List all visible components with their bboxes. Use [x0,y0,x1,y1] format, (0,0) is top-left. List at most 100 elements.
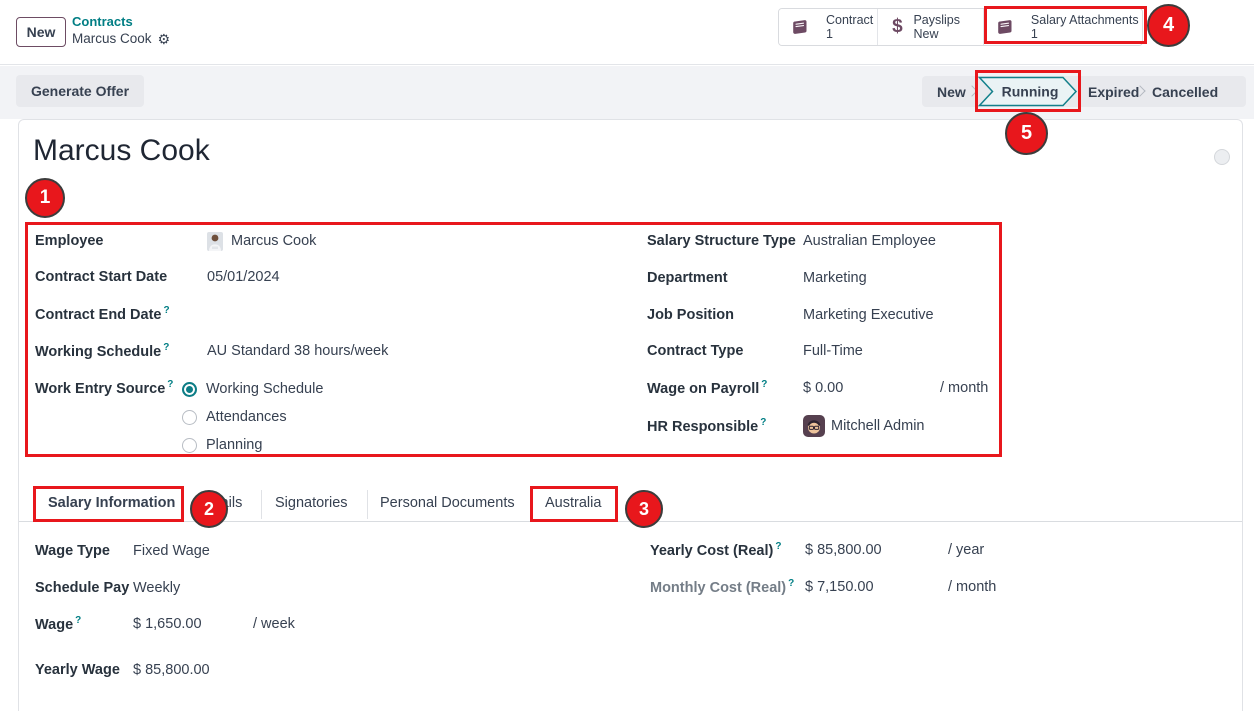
field-label: HR Responsible [647,419,758,435]
contracts-form-page: New Contracts Marcus Cook ⚙ Contract 1 $ [0,0,1254,711]
help-icon[interactable]: ? [775,541,781,552]
radio-working-schedule[interactable]: Working Schedule [182,378,323,400]
payslips-smart-button[interactable]: $ Payslips New [878,9,983,45]
field-job-position: Job Position Marketing Executive [647,304,934,326]
field-label: Yearly Cost (Real) [650,543,773,559]
field-wage: Wage? $ 1,650.00 / week [35,613,295,635]
help-icon[interactable]: ? [163,342,169,353]
field-salary-structure-type: Salary Structure Type Australian Employe… [647,230,936,252]
monthly-cost-unit: / month [948,579,996,595]
field-hr-responsible: HR Responsible? Mitchell Admin [647,415,924,437]
breadcrumb-contracts-link[interactable]: Contracts [72,14,170,30]
radio-selected-icon[interactable] [182,382,197,397]
field-label: Contract Start Date [35,269,167,285]
smart-button-label: Payslips [913,13,960,27]
help-icon[interactable]: ? [761,379,767,390]
salary-attachments-smart-button[interactable]: Salary Attachments 1 [984,9,1142,45]
tab-personal-documents[interactable]: Personal Documents [380,495,515,511]
dollar-icon: $ [890,16,904,38]
status-running-label: Running [1002,84,1059,100]
generate-offer-button[interactable]: Generate Offer [16,75,144,107]
employee-value[interactable]: Marcus Cook [231,233,316,249]
status-expired[interactable]: Expired [1088,76,1139,107]
field-label: Yearly Wage [35,662,120,678]
contract-start-date-value[interactable]: 05/01/2024 [207,269,280,285]
field-wage-on-payroll: Wage on Payroll? $ 0.00 / month [647,377,988,399]
tab-signatories[interactable]: Signatories [275,495,348,511]
book-icon [996,19,1014,35]
chevron-right-icon [966,85,977,96]
tab-separator [367,490,368,519]
department-value[interactable]: Marketing [803,270,867,286]
monthly-cost-value[interactable]: $ 7,150.00 [805,579,948,595]
book-icon [791,19,809,35]
wage-value[interactable]: $ 1,650.00 [133,616,253,632]
smart-button-value: New [913,27,960,41]
field-wage-type: Wage Type Fixed Wage [35,540,210,562]
field-monthly-cost-real: Monthly Cost (Real)? $ 7,150.00 / month [650,576,996,598]
contract-smart-button[interactable]: Contract 1 [779,9,878,45]
wage-type-value[interactable]: Fixed Wage [133,543,210,559]
gear-icon[interactable]: ⚙ [158,32,171,46]
field-contract-type: Contract Type Full-Time [647,340,863,362]
status-new[interactable]: New [937,76,966,107]
header: New Contracts Marcus Cook ⚙ Contract 1 $ [0,0,1254,65]
field-employee: Employee Marcus Cook [35,230,316,252]
field-label: Work Entry Source [35,381,165,397]
field-yearly-wage: Yearly Wage $ 85,800.00 [35,659,210,681]
tab-salary-information[interactable]: Salary Information [48,495,175,511]
yearly-wage-value[interactable]: $ 85,800.00 [133,662,210,678]
wage-unit: / week [253,616,295,632]
yearly-cost-value[interactable]: $ 85,800.00 [805,542,948,558]
status-running[interactable]: Running [978,76,1078,111]
new-button[interactable]: New [16,17,66,47]
smart-buttons: Contract 1 $ Payslips New Salary Attachm… [778,8,1143,46]
job-position-value[interactable]: Marketing Executive [803,307,934,323]
wage-on-payroll-unit: / month [940,380,988,396]
field-yearly-cost-real: Yearly Cost (Real)? $ 85,800.00 / year [650,539,984,561]
field-label: Contract Type [647,343,743,359]
field-label: Employee [35,233,104,249]
breadcrumb-current: Marcus Cook [72,30,152,48]
help-icon[interactable]: ? [760,417,766,428]
schedule-pay-value[interactable]: Weekly [133,580,180,596]
radio-label: Planning [206,437,262,453]
wage-on-payroll-value[interactable]: $ 0.00 [803,380,940,396]
yearly-cost-unit: / year [948,542,984,558]
tab-australia[interactable]: Australia [545,495,601,511]
avatar-placeholder-circle [1214,149,1230,165]
field-contract-end-date: Contract End Date? [35,303,207,325]
hr-responsible-value[interactable]: Mitchell Admin [831,418,924,434]
radio-unselected-icon[interactable] [182,438,197,453]
help-icon[interactable]: ? [75,615,81,626]
field-label: Salary Structure Type [647,233,796,249]
field-department: Department Marketing [647,267,867,289]
smart-button-label: Salary Attachments [1031,13,1139,27]
field-working-schedule: Working Schedule? AU Standard 38 hours/w… [35,340,388,362]
record-title: Marcus Cook [33,134,210,168]
field-label: Working Schedule [35,344,161,360]
smart-button-value: 1 [826,27,873,41]
radio-label: Working Schedule [206,381,323,397]
employee-avatar [207,232,223,251]
radio-unselected-icon[interactable] [182,410,197,425]
contract-type-value[interactable]: Full-Time [803,343,863,359]
help-icon[interactable]: ? [164,305,170,316]
tabs-divider [19,521,1242,522]
field-label: Wage on Payroll [647,381,759,397]
radio-planning[interactable]: Planning [182,434,262,456]
working-schedule-value[interactable]: AU Standard 38 hours/week [207,343,388,359]
field-label: Department [647,270,728,286]
smart-button-value: 1 [1031,27,1139,41]
field-contract-start-date: Contract Start Date 05/01/2024 [35,266,280,288]
field-label: Job Position [647,307,734,323]
help-icon[interactable]: ? [167,379,173,390]
status-cancelled[interactable]: Cancelled [1152,76,1218,107]
help-icon[interactable]: ? [788,578,794,589]
radio-attendances[interactable]: Attendances [182,406,287,428]
field-label: Contract End Date [35,307,162,323]
statusbar: New Expired Cancelled Running [922,76,1246,107]
breadcrumb: Contracts Marcus Cook ⚙ [72,14,170,48]
salary-structure-type-value[interactable]: Australian Employee [803,233,936,249]
tab-details[interactable]: Details [198,495,242,511]
